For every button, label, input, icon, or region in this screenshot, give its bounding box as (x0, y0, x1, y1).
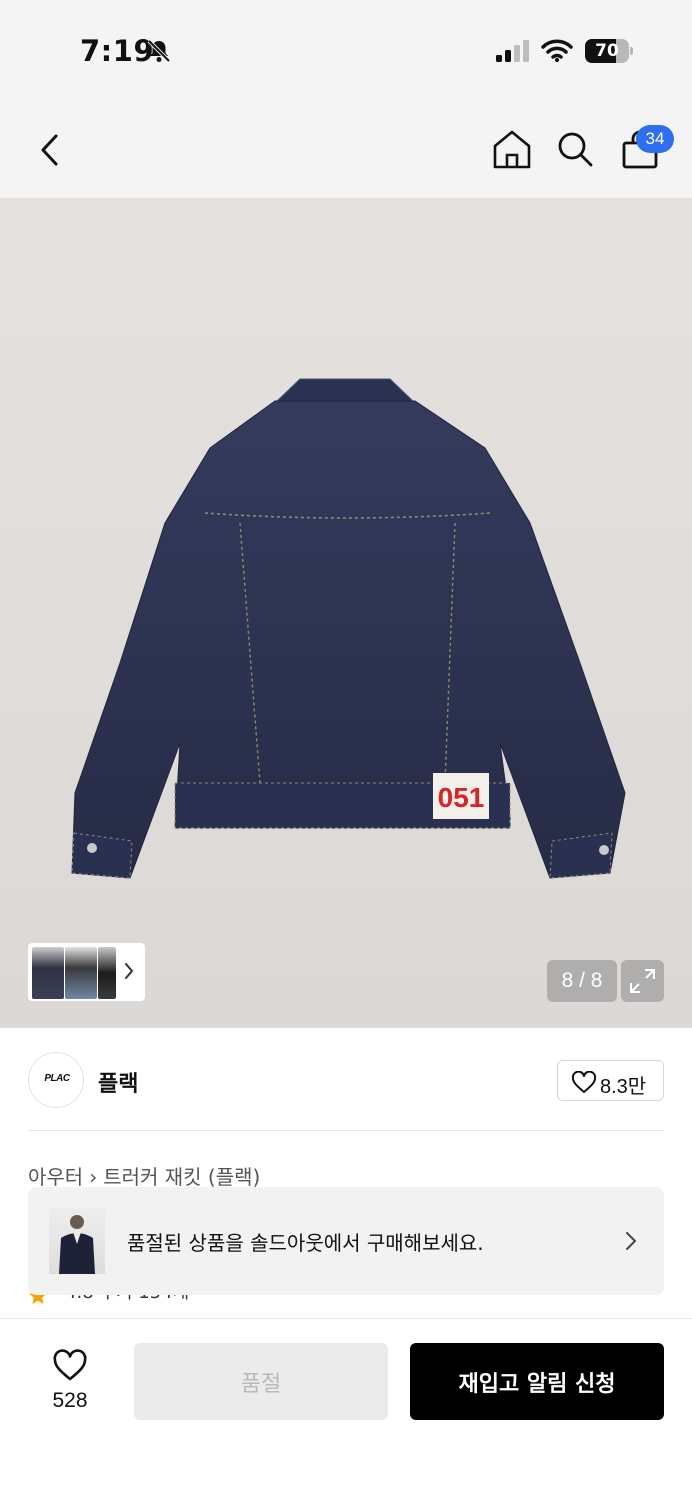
chevron-right-icon[interactable] (624, 1230, 638, 1256)
breadcrumb-category[interactable]: 아우터 (28, 1165, 83, 1189)
thumbnail-image[interactable] (32, 947, 64, 999)
chevron-right-icon[interactable] (123, 961, 135, 985)
breadcrumb: 아우터 › 트러커 재킷 (플랙) (28, 1161, 260, 1190)
sold-out-button: 품절 (134, 1343, 388, 1420)
product-image-denim-jacket: 051 (71, 378, 626, 879)
status-bar: 7:19 70 (0, 0, 692, 100)
product-image-gallery[interactable]: 051 8 / 8 (0, 198, 692, 1028)
brand-name[interactable]: 플랙 (98, 1066, 138, 1098)
breadcrumb-product: 트러커 재킷 (플랙) (103, 1165, 261, 1189)
image-counter: 8 / 8 (547, 960, 617, 1002)
wishlist-button[interactable]: 528 (28, 1345, 112, 1419)
soldout-toast[interactable]: 품절된 상품을 솔드아웃에서 구매해보세요. (28, 1187, 664, 1295)
chevron-right-icon: › (89, 1165, 98, 1189)
cellular-signal-icon (496, 40, 532, 66)
battery-percent: 70 (595, 41, 619, 61)
back-arrow-icon[interactable] (36, 130, 64, 174)
brand-like-button[interactable]: 8.3만 (557, 1060, 664, 1101)
wifi-icon (541, 38, 573, 66)
brand-like-count: 8.3만 (600, 1076, 647, 1098)
home-icon[interactable] (492, 128, 532, 174)
search-icon[interactable] (556, 130, 594, 172)
bottom-action-bar: 528 품절 재입고 알림 신청 (0, 1318, 692, 1500)
heart-icon (571, 1071, 597, 1093)
brand-logo[interactable]: PLAC (28, 1052, 84, 1108)
battery-icon: 70 (585, 39, 633, 63)
restock-alert-button[interactable]: 재입고 알림 신청 (410, 1343, 664, 1420)
divider (28, 1130, 664, 1131)
cart-count-badge: 34 (636, 125, 674, 153)
heart-icon (53, 1349, 87, 1381)
status-time: 7:19 (80, 34, 155, 68)
jacket-patch-label: 051 (438, 782, 485, 813)
thumbnail-image[interactable] (65, 947, 97, 999)
thumbnail-image[interactable] (98, 947, 116, 999)
expand-button[interactable] (621, 960, 664, 1002)
toast-message: 품절된 상품을 솔드아웃에서 구매해보세요. (127, 1231, 484, 1255)
expand-icon (630, 969, 655, 993)
thumbnail-strip[interactable] (28, 943, 145, 1001)
bell-muted-icon (146, 38, 172, 68)
brand-logo-text: PLAC (44, 1073, 70, 1084)
toast-product-image (49, 1208, 105, 1274)
wishlist-count: 528 (52, 1389, 88, 1412)
